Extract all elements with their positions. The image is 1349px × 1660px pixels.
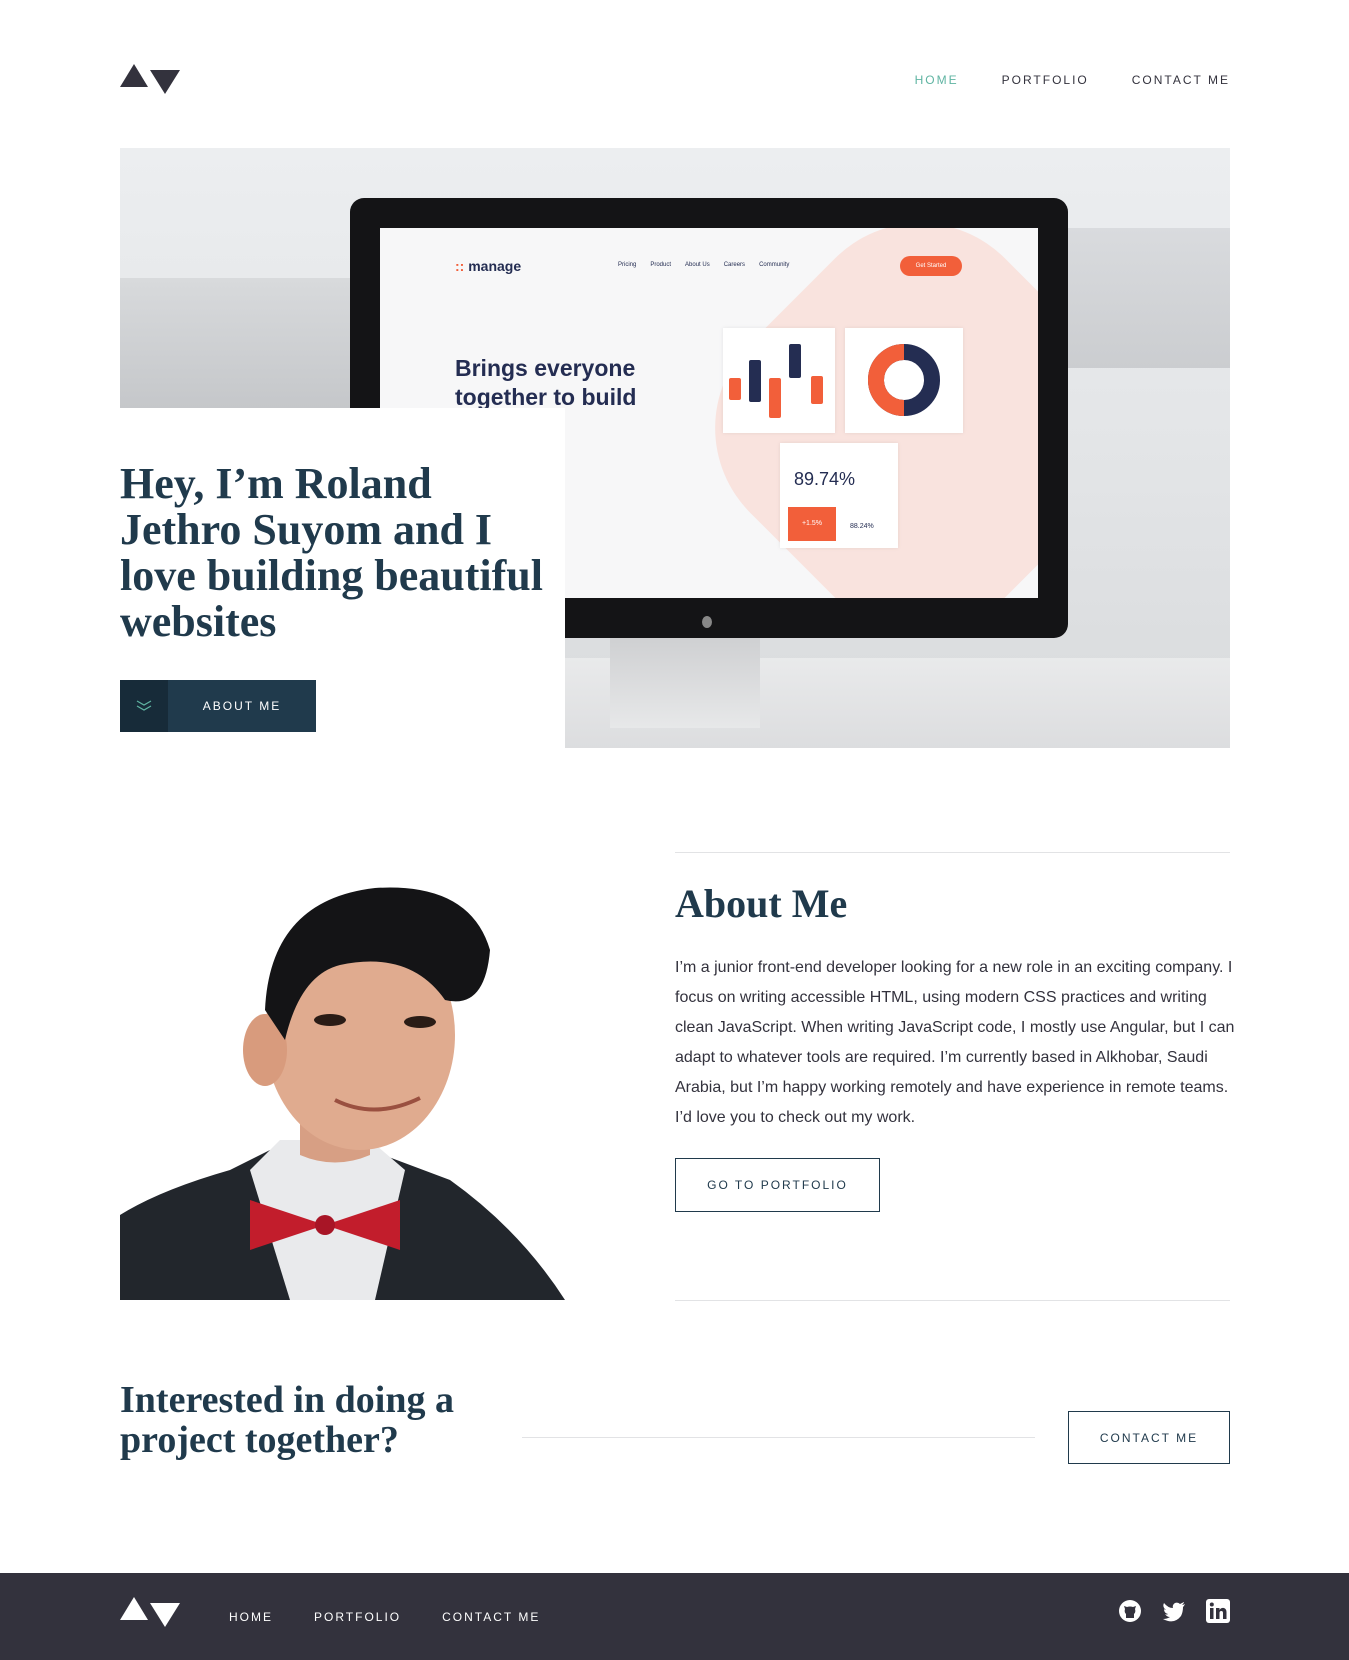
go-to-portfolio-button[interactable]: GO TO PORTFOLIO — [675, 1158, 880, 1212]
screen-small-value: 88.24% — [850, 523, 874, 530]
footer-logo[interactable] — [120, 1597, 180, 1627]
github-icon[interactable] — [1118, 1599, 1142, 1623]
profile-photo — [120, 870, 565, 1300]
background-shelf — [120, 278, 360, 408]
screen-nav: Pricing Product About Us Careers Communi… — [618, 262, 789, 268]
divider — [522, 1437, 1035, 1438]
apple-logo-icon — [702, 616, 712, 628]
screen-nav-item: Product — [650, 262, 672, 268]
screen-nav-item: Community — [759, 262, 790, 268]
screen-percent: 89.74% — [794, 469, 856, 489]
screen-nav-item: Pricing — [618, 262, 637, 268]
footer-link-portfolio[interactable]: PORTFOLIO — [314, 1610, 401, 1624]
monitor-stand — [610, 638, 760, 728]
about-body: I’m a junior front-end developer looking… — [675, 959, 1235, 1126]
twitter-icon[interactable] — [1162, 1599, 1186, 1623]
divider — [675, 852, 1230, 853]
footer: HOME PORTFOLIO CONTACT ME — [0, 1573, 1349, 1660]
social-links — [1118, 1599, 1230, 1623]
screen-cta: Get Started — [900, 256, 962, 276]
screen-nav-item: About Us — [685, 262, 710, 268]
screen-bar-card — [723, 328, 835, 433]
divider — [675, 1300, 1230, 1301]
about-me-button[interactable]: ABOUT ME — [120, 680, 316, 732]
nav-link-contact[interactable]: CONTACT ME — [1132, 73, 1230, 87]
about-me-label: ABOUT ME — [202, 699, 282, 713]
nav-link-portfolio[interactable]: PORTFOLIO — [1002, 73, 1089, 87]
screen-stat-card: 89.74% +1.5% 88.24% — [780, 443, 898, 548]
nav-link-home[interactable]: HOME — [915, 73, 959, 87]
down-arrows-icon — [120, 680, 168, 732]
screen-nav-item: Careers — [723, 262, 746, 268]
main-nav: HOME PORTFOLIO CONTACT ME — [915, 73, 1230, 87]
linkedin-icon[interactable] — [1206, 1599, 1230, 1623]
screen-box-value: +1.5% — [788, 507, 836, 541]
footer-link-home[interactable]: HOME — [229, 1610, 273, 1624]
footer-nav: HOME PORTFOLIO CONTACT ME — [229, 1610, 540, 1624]
contact-me-button[interactable]: CONTACT ME — [1068, 1411, 1230, 1464]
about-title: About Me — [675, 881, 848, 926]
screen-donut-card — [845, 328, 963, 433]
footer-link-contact[interactable]: CONTACT ME — [442, 1610, 540, 1624]
screen-brand: :: manage — [455, 258, 522, 274]
cta-title: Interested in doing a project together? — [120, 1379, 454, 1461]
hero-title: Hey, I’m Roland Jethro Suyom and I love … — [120, 459, 544, 646]
site-logo[interactable] — [120, 64, 180, 94]
